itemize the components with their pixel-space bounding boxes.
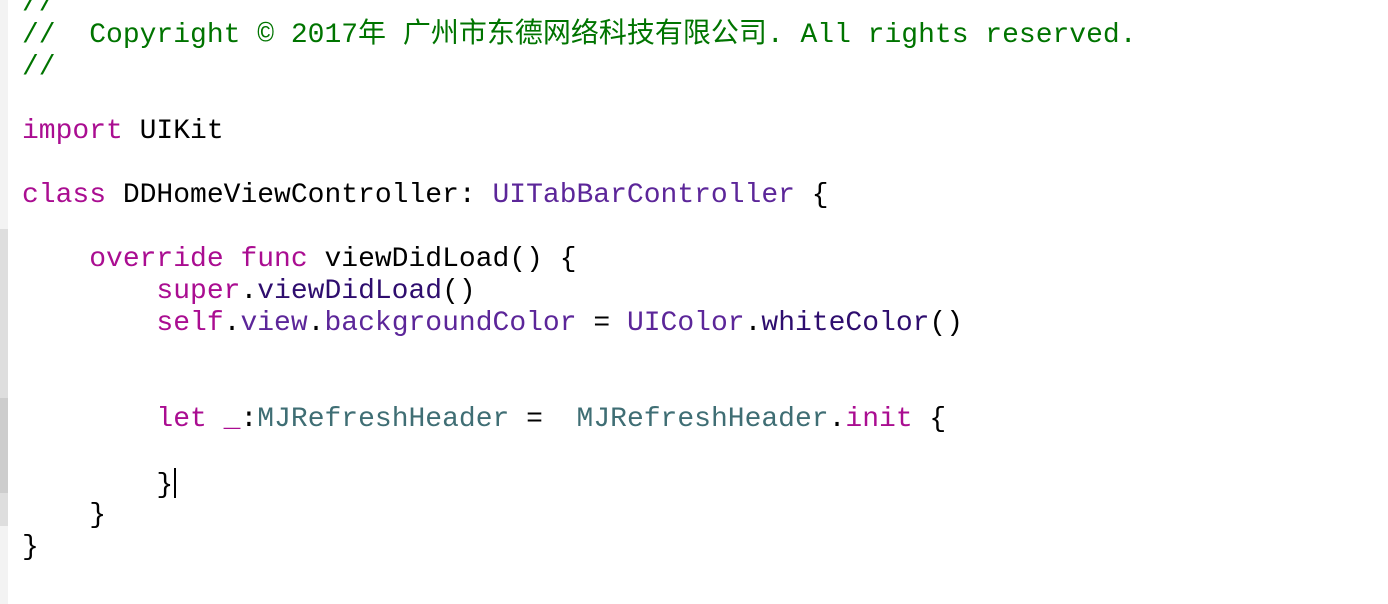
code-token: viewDidLoad() { (307, 244, 577, 275)
code-token: { (912, 404, 947, 435)
code-token: // (22, 52, 56, 83)
code-token: () (442, 276, 476, 307)
code-token: DDHomeViewController: (106, 180, 493, 211)
code-line[interactable] (22, 212, 1137, 244)
code-token: UIColor (626, 308, 745, 339)
code-line[interactable]: import UIKit (22, 116, 1137, 148)
code-line[interactable] (22, 340, 1137, 372)
code-line[interactable]: self.view.backgroundColor = UIColor.whit… (22, 308, 1137, 340)
code-token: . (307, 308, 325, 339)
code-token: = (576, 308, 627, 339)
code-line[interactable] (22, 372, 1137, 404)
code-token: UITabBarController (492, 180, 795, 211)
code-token: // Copyright © 2017年 广州市东德网络科技有限公司. All … (22, 20, 1137, 51)
code-line[interactable] (22, 436, 1137, 468)
code-token: { (794, 180, 829, 211)
code-token: func (240, 244, 308, 275)
code-token: = (509, 404, 577, 435)
code-line[interactable]: let _:MJRefreshHeader = MJRefreshHeader.… (22, 404, 1137, 436)
code-token: viewDidLoad (257, 276, 443, 307)
code-token: backgroundColor (324, 308, 577, 339)
code-token: let (156, 404, 207, 435)
text-cursor (174, 468, 177, 498)
code-line[interactable]: override func viewDidLoad() { (22, 244, 1137, 276)
code-token: view (240, 308, 308, 339)
code-token: init (845, 404, 913, 435)
code-token: . (223, 308, 241, 339)
code-line[interactable]: super.viewDidLoad() (22, 276, 1137, 308)
code-token: class (22, 180, 107, 211)
code-token: UIKit (122, 116, 224, 147)
code-token: . (828, 404, 846, 435)
code-fold-ribbon-closure[interactable] (0, 398, 8, 493)
code-token: : (240, 404, 258, 435)
code-line[interactable] (22, 148, 1137, 180)
code-line[interactable]: class DDHomeViewController: UITabBarCont… (22, 180, 1137, 212)
code-token: _ (223, 404, 241, 435)
code-token: MJRefreshHeader (257, 404, 510, 435)
code-token: . (744, 308, 762, 339)
code-line[interactable]: // (22, 52, 1137, 84)
code-token: . (240, 276, 258, 307)
code-line[interactable]: // Copyright © 2017年 广州市东德网络科技有限公司. All … (22, 20, 1137, 52)
code-token: () (929, 308, 964, 339)
code-editor[interactable]: //// Copyright © 2017年 广州市东德网络科技有限公司. Al… (22, 0, 1137, 564)
code-token: } (22, 470, 174, 501)
code-token: } (22, 532, 39, 563)
code-line[interactable]: // (22, 0, 1137, 20)
code-token: import (22, 116, 123, 147)
code-line[interactable]: } (22, 500, 1137, 532)
code-token: super (156, 276, 241, 307)
code-token: // (22, 0, 56, 19)
code-token: override (89, 244, 224, 275)
code-line[interactable]: } (22, 532, 1137, 564)
code-line[interactable]: } (22, 468, 1137, 501)
code-token: MJRefreshHeader (576, 404, 829, 435)
code-token: whiteColor (761, 308, 930, 339)
code-line[interactable] (22, 84, 1137, 116)
code-token: self (156, 308, 224, 339)
code-token: } (22, 500, 107, 531)
